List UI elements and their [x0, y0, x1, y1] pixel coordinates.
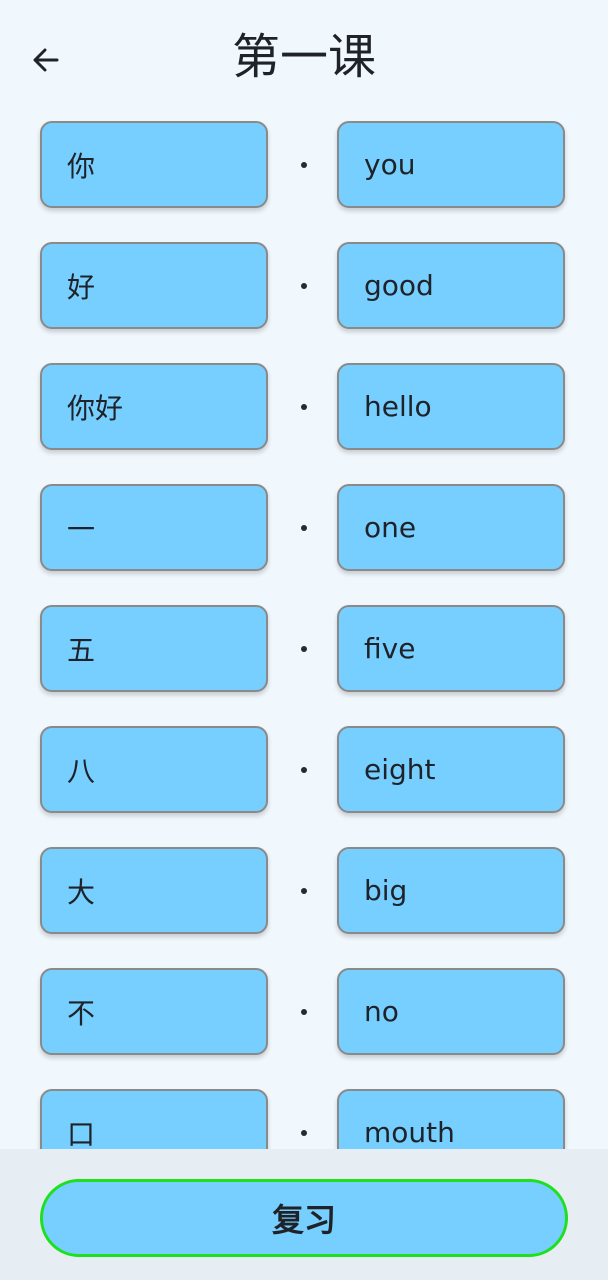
english-card[interactable]: eight: [337, 726, 565, 813]
english-card[interactable]: big: [337, 847, 565, 934]
vocab-row: 不 no: [0, 968, 608, 1089]
app-header: 第一课: [0, 0, 608, 120]
vocab-row: 你 you: [0, 121, 608, 242]
chinese-card[interactable]: 不: [40, 968, 268, 1055]
vocab-row: 大 big: [0, 847, 608, 968]
chinese-card[interactable]: 你好: [40, 363, 268, 450]
vocab-row: 八 eight: [0, 726, 608, 847]
english-card[interactable]: you: [337, 121, 565, 208]
bottom-bar: 复习: [0, 1149, 608, 1280]
english-card[interactable]: no: [337, 968, 565, 1055]
vocab-row: 一 one: [0, 484, 608, 605]
separator-dot: [301, 888, 307, 894]
separator-dot: [301, 767, 307, 773]
separator-dot: [301, 404, 307, 410]
review-button[interactable]: 复习: [40, 1179, 568, 1257]
chinese-card[interactable]: 你: [40, 121, 268, 208]
vocab-list[interactable]: 你 you 好 good 你好 hello 一 one 五 five 八 eig…: [0, 121, 608, 1210]
english-card[interactable]: one: [337, 484, 565, 571]
vocab-row: 好 good: [0, 242, 608, 363]
vocab-row: 五 five: [0, 605, 608, 726]
separator-dot: [301, 1130, 307, 1136]
english-card[interactable]: five: [337, 605, 565, 692]
separator-dot: [301, 162, 307, 168]
chinese-card[interactable]: 好: [40, 242, 268, 329]
english-card[interactable]: hello: [337, 363, 565, 450]
chinese-card[interactable]: 大: [40, 847, 268, 934]
separator-dot: [301, 525, 307, 531]
page-title: 第一课: [231, 29, 376, 85]
separator-dot: [301, 646, 307, 652]
english-card[interactable]: good: [337, 242, 565, 329]
separator-dot: [301, 1009, 307, 1015]
separator-dot: [301, 283, 307, 289]
chinese-card[interactable]: 五: [40, 605, 268, 692]
vocab-row: 你好 hello: [0, 363, 608, 484]
chinese-card[interactable]: 一: [40, 484, 268, 571]
chinese-card[interactable]: 八: [40, 726, 268, 813]
